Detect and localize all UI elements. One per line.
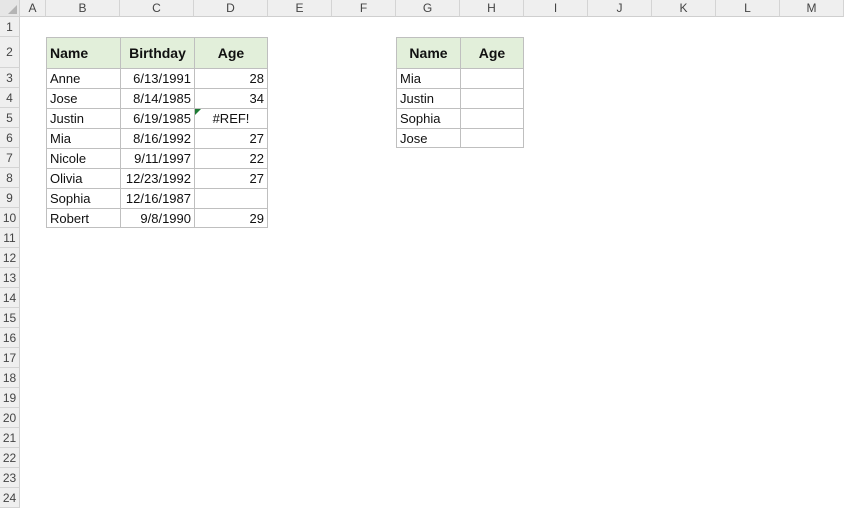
table2-header-name[interactable]: Name: [396, 37, 460, 68]
row-header-16[interactable]: 16: [0, 328, 20, 348]
row-header-15[interactable]: 15: [0, 308, 20, 328]
table2-age-cell[interactable]: [460, 128, 524, 148]
table1-age-cell[interactable]: [194, 188, 268, 208]
table1-name-cell[interactable]: Nicole: [46, 148, 120, 168]
row-header-19[interactable]: 19: [0, 388, 20, 408]
table2-name-cell[interactable]: Mia: [396, 68, 460, 88]
table1-birthday-cell[interactable]: 6/13/1991: [120, 68, 194, 88]
table1-birthday-cell[interactable]: 9/11/1997: [120, 148, 194, 168]
table1-age-cell[interactable]: 34: [194, 88, 268, 108]
row-header-23[interactable]: 23: [0, 468, 20, 488]
table2-name-cell[interactable]: Jose: [396, 128, 460, 148]
table2-header-age[interactable]: Age: [460, 37, 524, 68]
row-header-14[interactable]: 14: [0, 288, 20, 308]
spreadsheet-grid: A B C D E F G H I J K L M 1 2 3 4 5 6 7 8 9 10 11 12 13 14 15 16 17 18…: [0, 0, 850, 508]
row-header-9[interactable]: 9: [0, 188, 20, 208]
row-header-10[interactable]: 10: [0, 208, 20, 228]
column-header-l[interactable]: L: [716, 0, 780, 17]
column-header-h[interactable]: H: [460, 0, 524, 17]
table1-name-cell[interactable]: Mia: [46, 128, 120, 148]
table2-name-cell[interactable]: Justin: [396, 88, 460, 108]
column-header-e[interactable]: E: [268, 0, 332, 17]
row-header-2[interactable]: 2: [0, 37, 20, 68]
row-header-11[interactable]: 11: [0, 228, 20, 248]
row-header-4[interactable]: 4: [0, 88, 20, 108]
column-header-b[interactable]: B: [46, 0, 120, 17]
table1-age-cell[interactable]: 27: [194, 128, 268, 148]
select-all-triangle-icon: [8, 5, 17, 14]
column-header-f[interactable]: F: [332, 0, 396, 17]
column-header-j[interactable]: J: [588, 0, 652, 17]
row-header-7[interactable]: 7: [0, 148, 20, 168]
table1-birthday-cell[interactable]: 8/14/1985: [120, 88, 194, 108]
table1-age-cell[interactable]: 27: [194, 168, 268, 188]
row-header-17[interactable]: 17: [0, 348, 20, 368]
column-header-m[interactable]: M: [780, 0, 844, 17]
table1-name-cell[interactable]: Olivia: [46, 168, 120, 188]
row-header-3[interactable]: 3: [0, 68, 20, 88]
row-header-20[interactable]: 20: [0, 408, 20, 428]
table1-header-age[interactable]: Age: [194, 37, 268, 68]
table1-name-cell[interactable]: Justin: [46, 108, 120, 128]
table1-age-cell[interactable]: #REF!: [194, 108, 268, 128]
row-header-5[interactable]: 5: [0, 108, 20, 128]
table1-birthday-cell[interactable]: 12/16/1987: [120, 188, 194, 208]
row-header-21[interactable]: 21: [0, 428, 20, 448]
table1-birthday-cell[interactable]: 6/19/1985: [120, 108, 194, 128]
table2-name-cell[interactable]: Sophia: [396, 108, 460, 128]
table2-age-cell[interactable]: [460, 108, 524, 128]
row-header-24[interactable]: 24: [0, 488, 20, 508]
table1-name-cell[interactable]: Sophia: [46, 188, 120, 208]
table1-header-name[interactable]: Name: [46, 37, 120, 68]
row-header-22[interactable]: 22: [0, 448, 20, 468]
column-header-a[interactable]: A: [20, 0, 46, 17]
table1-name-cell[interactable]: Anne: [46, 68, 120, 88]
column-header-g[interactable]: G: [396, 0, 460, 17]
select-all-button[interactable]: [0, 0, 20, 17]
row-header-8[interactable]: 8: [0, 168, 20, 188]
table1-age-cell[interactable]: 28: [194, 68, 268, 88]
table2-age-cell[interactable]: [460, 88, 524, 108]
column-header-i[interactable]: I: [524, 0, 588, 17]
column-header-c[interactable]: C: [120, 0, 194, 17]
table1-birthday-cell[interactable]: 8/16/1992: [120, 128, 194, 148]
table1-age-cell[interactable]: 29: [194, 208, 268, 228]
table1-birthday-cell[interactable]: 9/8/1990: [120, 208, 194, 228]
table1-header-birthday[interactable]: Birthday: [120, 37, 194, 68]
row-header-13[interactable]: 13: [0, 268, 20, 288]
column-header-k[interactable]: K: [652, 0, 716, 17]
error-indicator-icon[interactable]: [195, 109, 201, 115]
table1-name-cell[interactable]: Jose: [46, 88, 120, 108]
table1-age-cell[interactable]: 22: [194, 148, 268, 168]
row-header-18[interactable]: 18: [0, 368, 20, 388]
table2-age-cell[interactable]: [460, 68, 524, 88]
column-header-d[interactable]: D: [194, 0, 268, 17]
row-header-12[interactable]: 12: [0, 248, 20, 268]
row-header-6[interactable]: 6: [0, 128, 20, 148]
table1-name-cell[interactable]: Robert: [46, 208, 120, 228]
row-header-1[interactable]: 1: [0, 17, 20, 37]
table1-birthday-cell[interactable]: 12/23/1992: [120, 168, 194, 188]
